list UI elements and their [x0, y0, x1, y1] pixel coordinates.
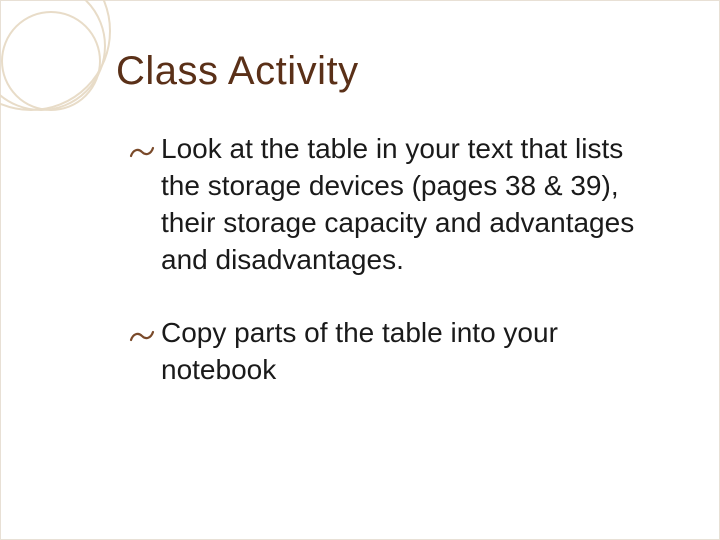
swirl-bullet-icon: [129, 321, 155, 343]
bullet-text: Look at the table in your text that list…: [161, 133, 634, 275]
bullet-item: Look at the table in your text that list…: [129, 131, 659, 279]
bullet-item: Copy parts of the table into your notebo…: [129, 315, 659, 389]
swirl-bullet-icon: [129, 137, 155, 159]
bullet-text: Copy parts of the table into your notebo…: [161, 317, 558, 385]
slide-title: Class Activity: [116, 49, 359, 94]
slide-content: Look at the table in your text that list…: [129, 131, 659, 425]
